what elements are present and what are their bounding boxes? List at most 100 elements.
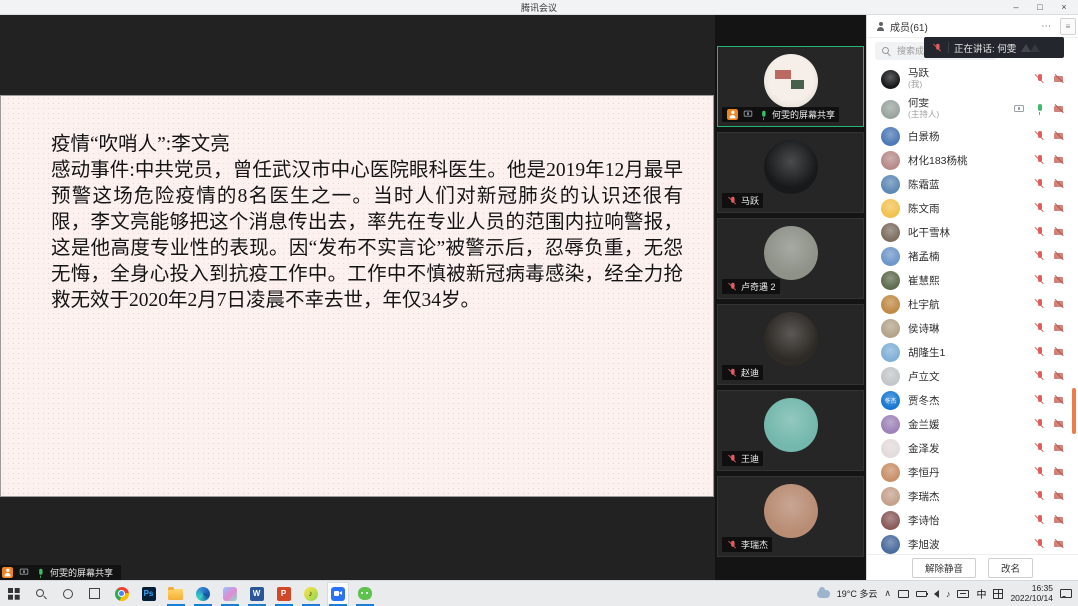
- member-row[interactable]: 李旭波: [867, 532, 1078, 554]
- minimize-button[interactable]: –: [1004, 0, 1028, 14]
- unmute-button[interactable]: 解除静音: [912, 558, 976, 578]
- mic-muted-icon[interactable]: [1033, 226, 1045, 238]
- camera-muted-icon[interactable]: [1053, 346, 1065, 358]
- taskbar-tencent-meeting[interactable]: [327, 582, 349, 606]
- mic-muted-icon[interactable]: [1033, 466, 1045, 478]
- camera-muted-icon[interactable]: [1053, 370, 1065, 382]
- speaker-icon[interactable]: [934, 590, 939, 598]
- mic-muted-icon[interactable]: [1033, 490, 1045, 502]
- maximize-button[interactable]: □: [1028, 0, 1052, 14]
- member-row[interactable]: 李恒丹: [867, 460, 1078, 484]
- mic-muted-icon[interactable]: [1033, 298, 1045, 310]
- camera-muted-icon[interactable]: [1053, 418, 1065, 430]
- mic-on-icon[interactable]: [1033, 103, 1045, 115]
- camera-muted-icon[interactable]: [1053, 73, 1065, 85]
- mic-muted-icon[interactable]: [1033, 370, 1045, 382]
- taskbar-edge[interactable]: [192, 582, 214, 606]
- taskbar-misc-app[interactable]: [219, 582, 241, 606]
- member-row[interactable]: 褚孟楠: [867, 244, 1078, 268]
- scrollbar-thumb[interactable]: [1072, 388, 1076, 434]
- camera-muted-icon[interactable]: [1053, 322, 1065, 334]
- member-row[interactable]: 陈霜蓝: [867, 172, 1078, 196]
- camera-muted-icon[interactable]: [1053, 250, 1065, 262]
- camera-muted-icon[interactable]: [1053, 514, 1065, 526]
- mic-muted-icon[interactable]: [1033, 442, 1045, 454]
- more-button[interactable]: ⋯: [1038, 21, 1054, 32]
- member-row[interactable]: 冬杰贾冬杰: [867, 388, 1078, 412]
- camera-muted-icon[interactable]: [1053, 178, 1065, 190]
- member-row[interactable]: 侯诗琳: [867, 316, 1078, 340]
- cortana-button[interactable]: [57, 582, 79, 606]
- start-button[interactable]: [3, 582, 25, 606]
- network-icon[interactable]: [898, 590, 909, 598]
- panel-menu-button[interactable]: ≡: [1060, 18, 1076, 35]
- close-button[interactable]: ×: [1052, 0, 1076, 14]
- video-tile-share[interactable]: 何雯的屏幕共享: [717, 46, 864, 127]
- mic-muted-icon[interactable]: [1033, 274, 1045, 286]
- ime-toolbar-icon[interactable]: [993, 589, 1003, 599]
- taskbar-powerpoint[interactable]: P: [273, 582, 295, 606]
- mic-muted-icon[interactable]: [1033, 514, 1045, 526]
- member-row[interactable]: 陈文雨: [867, 196, 1078, 220]
- mic-muted-icon[interactable]: [1033, 250, 1045, 262]
- mic-muted-icon[interactable]: [1033, 346, 1045, 358]
- camera-muted-icon[interactable]: [1053, 298, 1065, 310]
- video-tile[interactable]: 卢奇遇 2: [717, 218, 864, 299]
- taskbar-word[interactable]: W: [246, 582, 268, 606]
- mic-muted-icon[interactable]: [1033, 202, 1045, 214]
- camera-muted-icon[interactable]: [1053, 394, 1065, 406]
- taskbar-chrome[interactable]: [111, 582, 133, 606]
- mic-muted-icon[interactable]: [1033, 394, 1045, 406]
- taskbar-search-button[interactable]: [30, 582, 52, 606]
- member-row[interactable]: 材化183杨桃: [867, 148, 1078, 172]
- weather-text[interactable]: 19°C 多云: [837, 587, 878, 600]
- battery-icon[interactable]: [916, 591, 927, 597]
- video-tile[interactable]: 赵迪: [717, 304, 864, 385]
- tray-misc-icon[interactable]: ♪: [946, 589, 951, 599]
- mic-muted-icon[interactable]: [1033, 73, 1045, 85]
- camera-muted-icon[interactable]: [1053, 226, 1065, 238]
- camera-muted-icon[interactable]: [1053, 442, 1065, 454]
- member-row[interactable]: 李瑞杰: [867, 484, 1078, 508]
- video-tile[interactable]: 马跃: [717, 132, 864, 213]
- video-tile[interactable]: 王迪: [717, 390, 864, 471]
- screen-share-icon[interactable]: [1013, 104, 1025, 115]
- camera-muted-icon[interactable]: [1053, 154, 1065, 166]
- action-center-icon[interactable]: [1060, 589, 1072, 598]
- rename-button[interactable]: 改名: [988, 558, 1033, 578]
- touch-keyboard-icon[interactable]: [957, 590, 969, 598]
- member-row[interactable]: 金泽发: [867, 436, 1078, 460]
- camera-muted-icon[interactable]: [1053, 490, 1065, 502]
- camera-muted-icon[interactable]: [1053, 130, 1065, 142]
- member-row[interactable]: 叱干雪林: [867, 220, 1078, 244]
- camera-muted-icon[interactable]: [1053, 103, 1065, 115]
- member-row[interactable]: 卢立文: [867, 364, 1078, 388]
- mic-muted-icon[interactable]: [1033, 130, 1045, 142]
- taskbar-wechat[interactable]: [354, 582, 376, 606]
- mic-muted-icon[interactable]: [1033, 322, 1045, 334]
- mic-muted-icon[interactable]: [1033, 418, 1045, 430]
- camera-muted-icon[interactable]: [1053, 466, 1065, 478]
- taskbar-photoshop[interactable]: Ps: [138, 582, 160, 606]
- member-row[interactable]: 金兰媛: [867, 412, 1078, 436]
- taskbar-qq-music[interactable]: ♪: [300, 582, 322, 606]
- member-row[interactable]: 何雯(主持人): [867, 94, 1078, 124]
- member-row[interactable]: 李诗怡: [867, 508, 1078, 532]
- member-row[interactable]: 胡隆生1: [867, 340, 1078, 364]
- member-row[interactable]: 崔慧熙: [867, 268, 1078, 292]
- taskbar-file-explorer[interactable]: [165, 582, 187, 606]
- camera-muted-icon[interactable]: [1053, 274, 1065, 286]
- hidden-icons-chevron[interactable]: ∧: [884, 588, 891, 599]
- camera-muted-icon[interactable]: [1053, 202, 1065, 214]
- mic-muted-icon[interactable]: [1033, 154, 1045, 166]
- camera-muted-icon[interactable]: [1053, 538, 1065, 550]
- ime-mode-indicator[interactable]: 中: [976, 586, 986, 601]
- mic-muted-icon[interactable]: [1033, 538, 1045, 550]
- member-row[interactable]: 马跃(我): [867, 64, 1078, 94]
- clock[interactable]: 16:35 2022/10/14: [1010, 584, 1053, 603]
- mic-muted-icon[interactable]: [1033, 178, 1045, 190]
- task-view-button[interactable]: [84, 582, 106, 606]
- member-row[interactable]: 白景杨: [867, 124, 1078, 148]
- video-tile[interactable]: 李瑞杰: [717, 476, 864, 557]
- member-row[interactable]: 杜宇航: [867, 292, 1078, 316]
